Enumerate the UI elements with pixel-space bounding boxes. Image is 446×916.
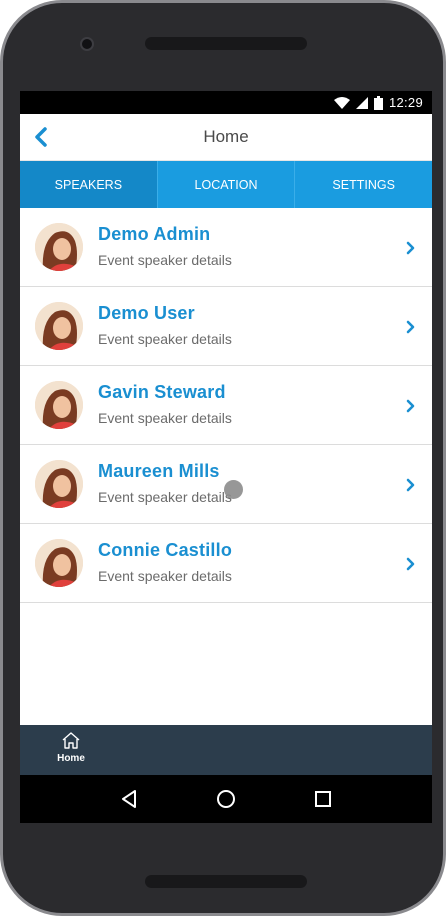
speaker-subtitle: Event speaker details [98,410,232,426]
tab-speakers[interactable]: SPEAKERS [20,161,158,208]
tab-settings[interactable]: SETTINGS [295,161,432,208]
home-icon [62,732,80,749]
system-home-button[interactable] [215,788,237,810]
speaker-row-connie-castillo[interactable]: Connie Castillo Event speaker details [20,524,432,603]
system-nav-bar [20,775,432,823]
speaker-subtitle: Event speaker details [98,252,232,268]
speaker-subtitle: Event speaker details [98,489,232,505]
front-camera [80,37,94,51]
system-back-button[interactable] [118,788,140,810]
chevron-right-icon [406,320,415,334]
app-header: Home [20,114,432,161]
chevron-right-icon [406,478,415,492]
phone-frame: 12:29 Home SPEAKERS LOCATION SETTINGS De… [0,0,446,916]
signal-icon [355,96,368,109]
square-recents-icon [315,791,332,807]
triangle-back-icon [121,790,136,808]
status-bar: 12:29 [20,91,432,114]
bottom-speaker [145,875,307,888]
speaker-list: Demo Admin Event speaker details Demo Us… [20,208,432,603]
wifi-icon [333,96,350,109]
tab-location[interactable]: LOCATION [158,161,296,208]
avatar [35,223,83,271]
bottom-nav: Home [20,725,432,775]
earpiece-speaker [145,37,307,50]
tab-bar: SPEAKERS LOCATION SETTINGS [20,161,432,208]
chevron-right-icon [406,241,415,255]
nav-home-label: Home [57,753,85,764]
nav-home-button[interactable]: Home [50,731,92,771]
avatar [35,539,83,587]
page-title: Home [203,127,249,146]
avatar [35,381,83,429]
system-recents-button[interactable] [312,788,334,810]
speaker-name: Connie Castillo [98,540,233,560]
circle-home-icon [216,790,235,808]
speaker-row-demo-admin[interactable]: Demo Admin Event speaker details [20,208,432,287]
speaker-row-gavin-steward[interactable]: Gavin Steward Event speaker details [20,366,432,445]
avatar [35,460,83,508]
avatar [35,302,83,350]
speaker-row-demo-user[interactable]: Demo User Event speaker details [20,287,432,366]
speaker-subtitle: Event speaker details [98,568,232,584]
touch-indicator [224,480,243,499]
app-screen: 12:29 Home SPEAKERS LOCATION SETTINGS De… [20,91,432,823]
status-time: 12:29 [388,95,423,110]
battery-icon [373,95,383,110]
chevron-left-icon [35,127,47,147]
speaker-name: Demo User [98,303,195,323]
speaker-name: Demo Admin [98,224,211,244]
speaker-name: Gavin Steward [98,382,226,402]
chevron-right-icon [406,557,415,571]
speaker-name: Maureen Mills [98,461,220,481]
back-button[interactable] [26,122,56,152]
chevron-right-icon [406,399,415,413]
speaker-subtitle: Event speaker details [98,331,232,347]
